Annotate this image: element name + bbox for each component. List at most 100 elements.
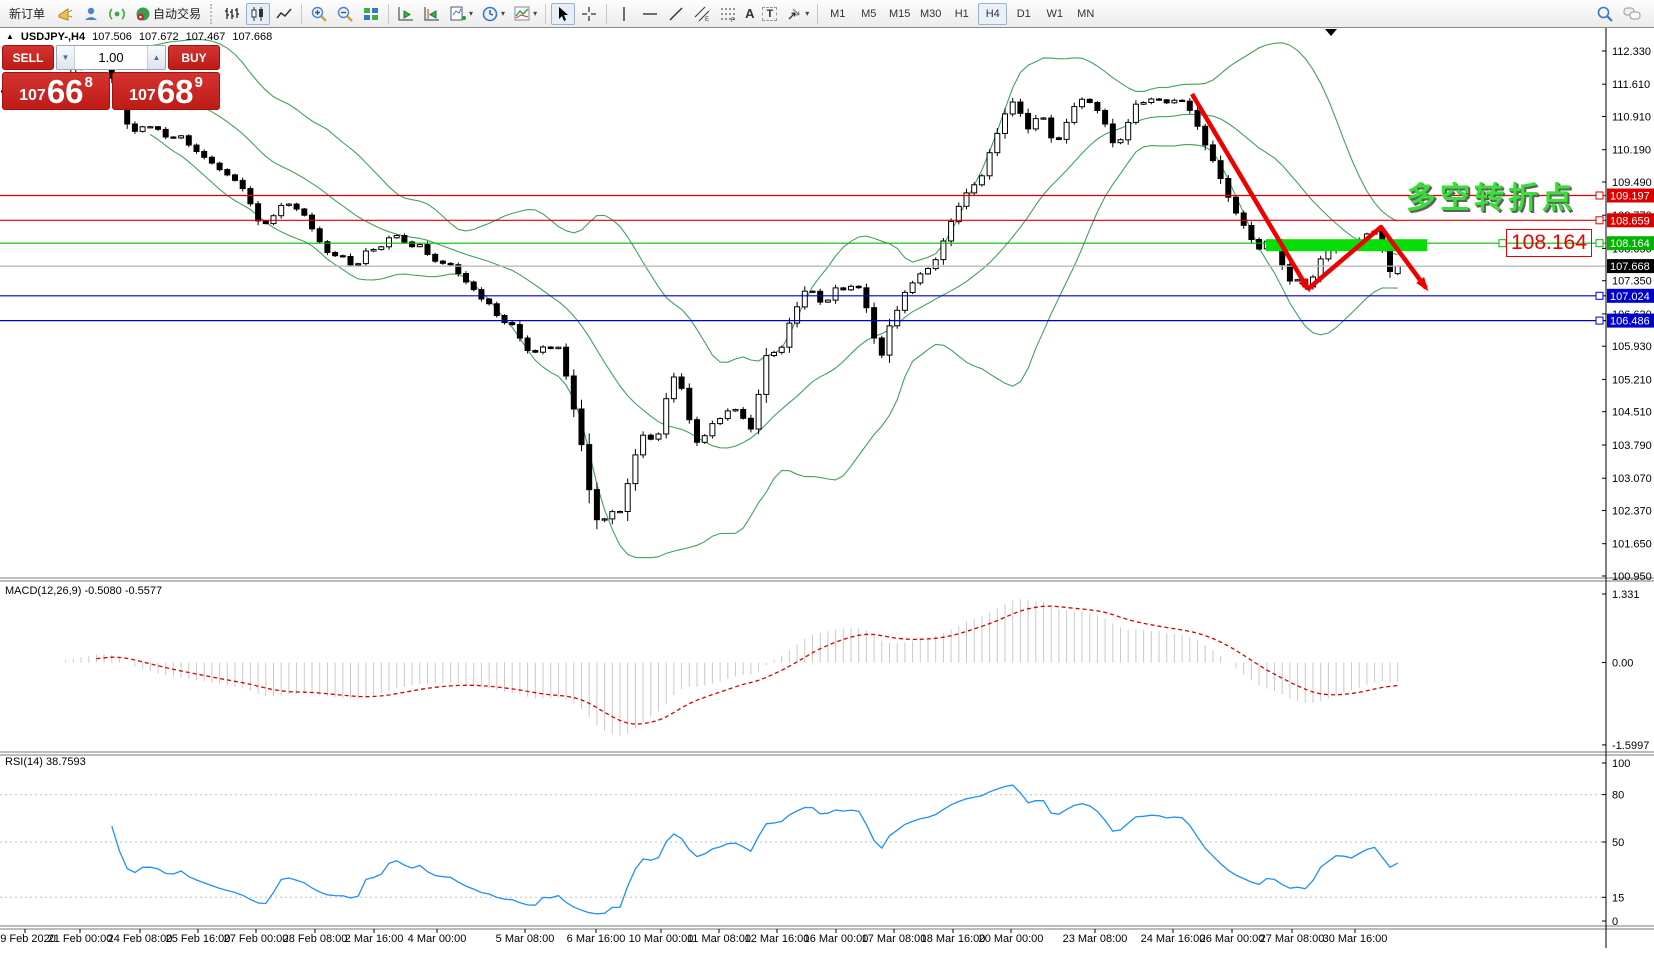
timeframe-w1[interactable]: W1 [1040,3,1069,25]
toolbar-grip [210,4,215,24]
ohlc-close: 107.668 [232,31,272,43]
svg-text:110.190: 110.190 [1612,145,1651,157]
new-chart-button[interactable]: ▾ [446,3,476,25]
time-axis: 19 Feb 202021 Feb 00:0024 Feb 08:0025 Fe… [0,929,1387,945]
svg-text:16 Mar 00:00: 16 Mar 00:00 [804,933,869,945]
symbol-title: USDJPY-,H4 [21,31,85,43]
toolbar-separator [545,4,546,24]
chart-shift-icon[interactable] [420,3,444,25]
svg-text:101.650: 101.650 [1612,539,1652,551]
new-order-button[interactable]: 新订单 [5,3,51,25]
new-order-label: 新订单 [9,5,45,22]
timeframe-m15[interactable]: M15 [885,3,914,25]
cursor-icon[interactable] [551,3,575,25]
tile-windows-icon[interactable] [359,3,383,25]
collapse-arrow-icon[interactable]: ▲ [6,32,14,43]
ohlc-open: 107.506 [92,31,132,43]
volume-decrease-button[interactable]: ▼ [57,46,75,69]
crosshair-icon[interactable] [577,3,601,25]
svg-text:23 Mar 08:00: 23 Mar 08:00 [1063,933,1128,945]
svg-text:105.210: 105.210 [1612,374,1652,386]
chart-canvas[interactable]: 112.330111.610110.910110.190109.490108.7… [0,0,1654,948]
timeframe-m30[interactable]: M30 [916,3,945,25]
sell-button[interactable]: SELL [2,45,54,70]
annotation-text[interactable]: 多空转折点 [1406,173,1576,217]
svg-text:0.00: 0.00 [1612,658,1633,670]
svg-text:26 Mar 00:00: 26 Mar 00:00 [1200,933,1265,945]
text-tool-icon[interactable]: A [742,3,757,25]
autotrading-button[interactable]: 自动交易 [131,3,207,25]
svg-text:0: 0 [1612,916,1618,928]
timeframe-m1[interactable]: M1 [823,3,852,25]
search-icon[interactable] [1593,3,1617,25]
sell-price-big: 66 [47,77,84,107]
pane-splitters [0,578,1654,929]
macd-signal-line [96,606,1397,724]
symbol-info-line: ▲ USDJPY-,H4 107.506 107.672 107.467 107… [6,31,272,43]
svg-text:102.370: 102.370 [1612,506,1652,518]
svg-text:30 Mar 16:00: 30 Mar 16:00 [1323,933,1388,945]
buy-button[interactable]: BUY [168,45,220,70]
timeframe-h1[interactable]: H1 [947,3,976,25]
svg-text:108.659: 108.659 [1610,215,1650,227]
svg-text:15: 15 [1612,892,1624,904]
vertical-line-tool-icon[interactable] [612,3,636,25]
bar-chart-icon[interactable] [220,3,244,25]
zoom-out-icon[interactable] [333,3,357,25]
svg-text:18 Mar 16:00: 18 Mar 16:00 [921,933,986,945]
svg-text:50: 50 [1612,837,1624,849]
svg-text:103.790: 103.790 [1612,440,1652,452]
zoom-in-icon[interactable] [307,3,331,25]
community-icon[interactable] [79,3,103,25]
volume-control: ▼ 1.00 ▲ [56,45,166,70]
horizontal-line-tool-icon[interactable] [638,3,662,25]
indicators-button[interactable]: ▾ [510,3,540,25]
fibo-letter: F [731,18,735,23]
buy-price-sup: 9 [195,74,203,91]
toolbar-separator [606,4,607,24]
svg-text:1.331: 1.331 [1612,589,1640,601]
channel-tool-icon[interactable]: E [690,3,714,25]
svg-text:4 Mar 00:00: 4 Mar 00:00 [408,933,467,945]
macd-histogram [66,599,1398,735]
ohlc-low: 107.467 [186,31,226,43]
svg-text:24 Feb 08:00: 24 Feb 08:00 [108,933,173,945]
volume-input[interactable]: 1.00 [75,46,147,69]
sell-price-small: 107 [19,87,46,105]
sell-price-box[interactable]: 107 66 8 [2,72,110,110]
signal-icon[interactable] [105,3,129,25]
auto-scroll-icon[interactable] [394,3,418,25]
toolbar-separator [388,4,389,24]
one-click-trading-panel: SELL ▼ 1.00 ▲ BUY 107 66 8 107 68 9 [2,45,220,110]
arrows-tool-button[interactable]: ▾ [782,3,812,25]
bollinger-bands [150,39,1397,557]
timeframe-mn[interactable]: MN [1071,3,1100,25]
candlestick-chart-icon[interactable] [246,3,270,25]
price-callout-label[interactable]: 108.164 [1506,229,1592,257]
svg-text:100: 100 [1612,758,1630,770]
ohlc-high: 107.672 [139,31,179,43]
trendline-tool-icon[interactable] [664,3,688,25]
svg-text:103.070: 103.070 [1612,473,1652,485]
line-chart-icon[interactable] [272,3,296,25]
toolbar-separator [301,4,302,24]
text-label-tool-icon[interactable]: T [759,3,780,25]
timeframe-d1[interactable]: D1 [1009,3,1038,25]
svg-text:107.350: 107.350 [1612,276,1652,288]
toolbar: 新订单 自动交易 ▾ ▾ ▾ E F A T ▾ M1M5M15M30H1H4D… [0,0,1654,28]
timeframe-h4[interactable]: H4 [978,3,1007,25]
sell-price-sup: 8 [85,74,93,91]
timeframe-m5[interactable]: M5 [854,3,883,25]
svg-text:11 Mar 08:00: 11 Mar 08:00 [687,933,751,945]
buy-price-box[interactable]: 107 68 9 [112,72,220,110]
svg-text:106.486: 106.486 [1610,316,1650,328]
volume-increase-button[interactable]: ▲ [147,46,165,69]
period-clock-button[interactable]: ▾ [478,3,508,25]
chevron-down-icon: ▾ [805,9,809,18]
megaphone-icon[interactable] [53,3,77,25]
rsi-pane-label: RSI(14) 38.7593 [5,756,86,768]
rsi-line [112,785,1398,914]
chevron-down-icon: ▾ [533,9,537,18]
chat-icon[interactable] [1619,3,1645,25]
fibonacci-tool-icon[interactable]: F [716,3,740,25]
